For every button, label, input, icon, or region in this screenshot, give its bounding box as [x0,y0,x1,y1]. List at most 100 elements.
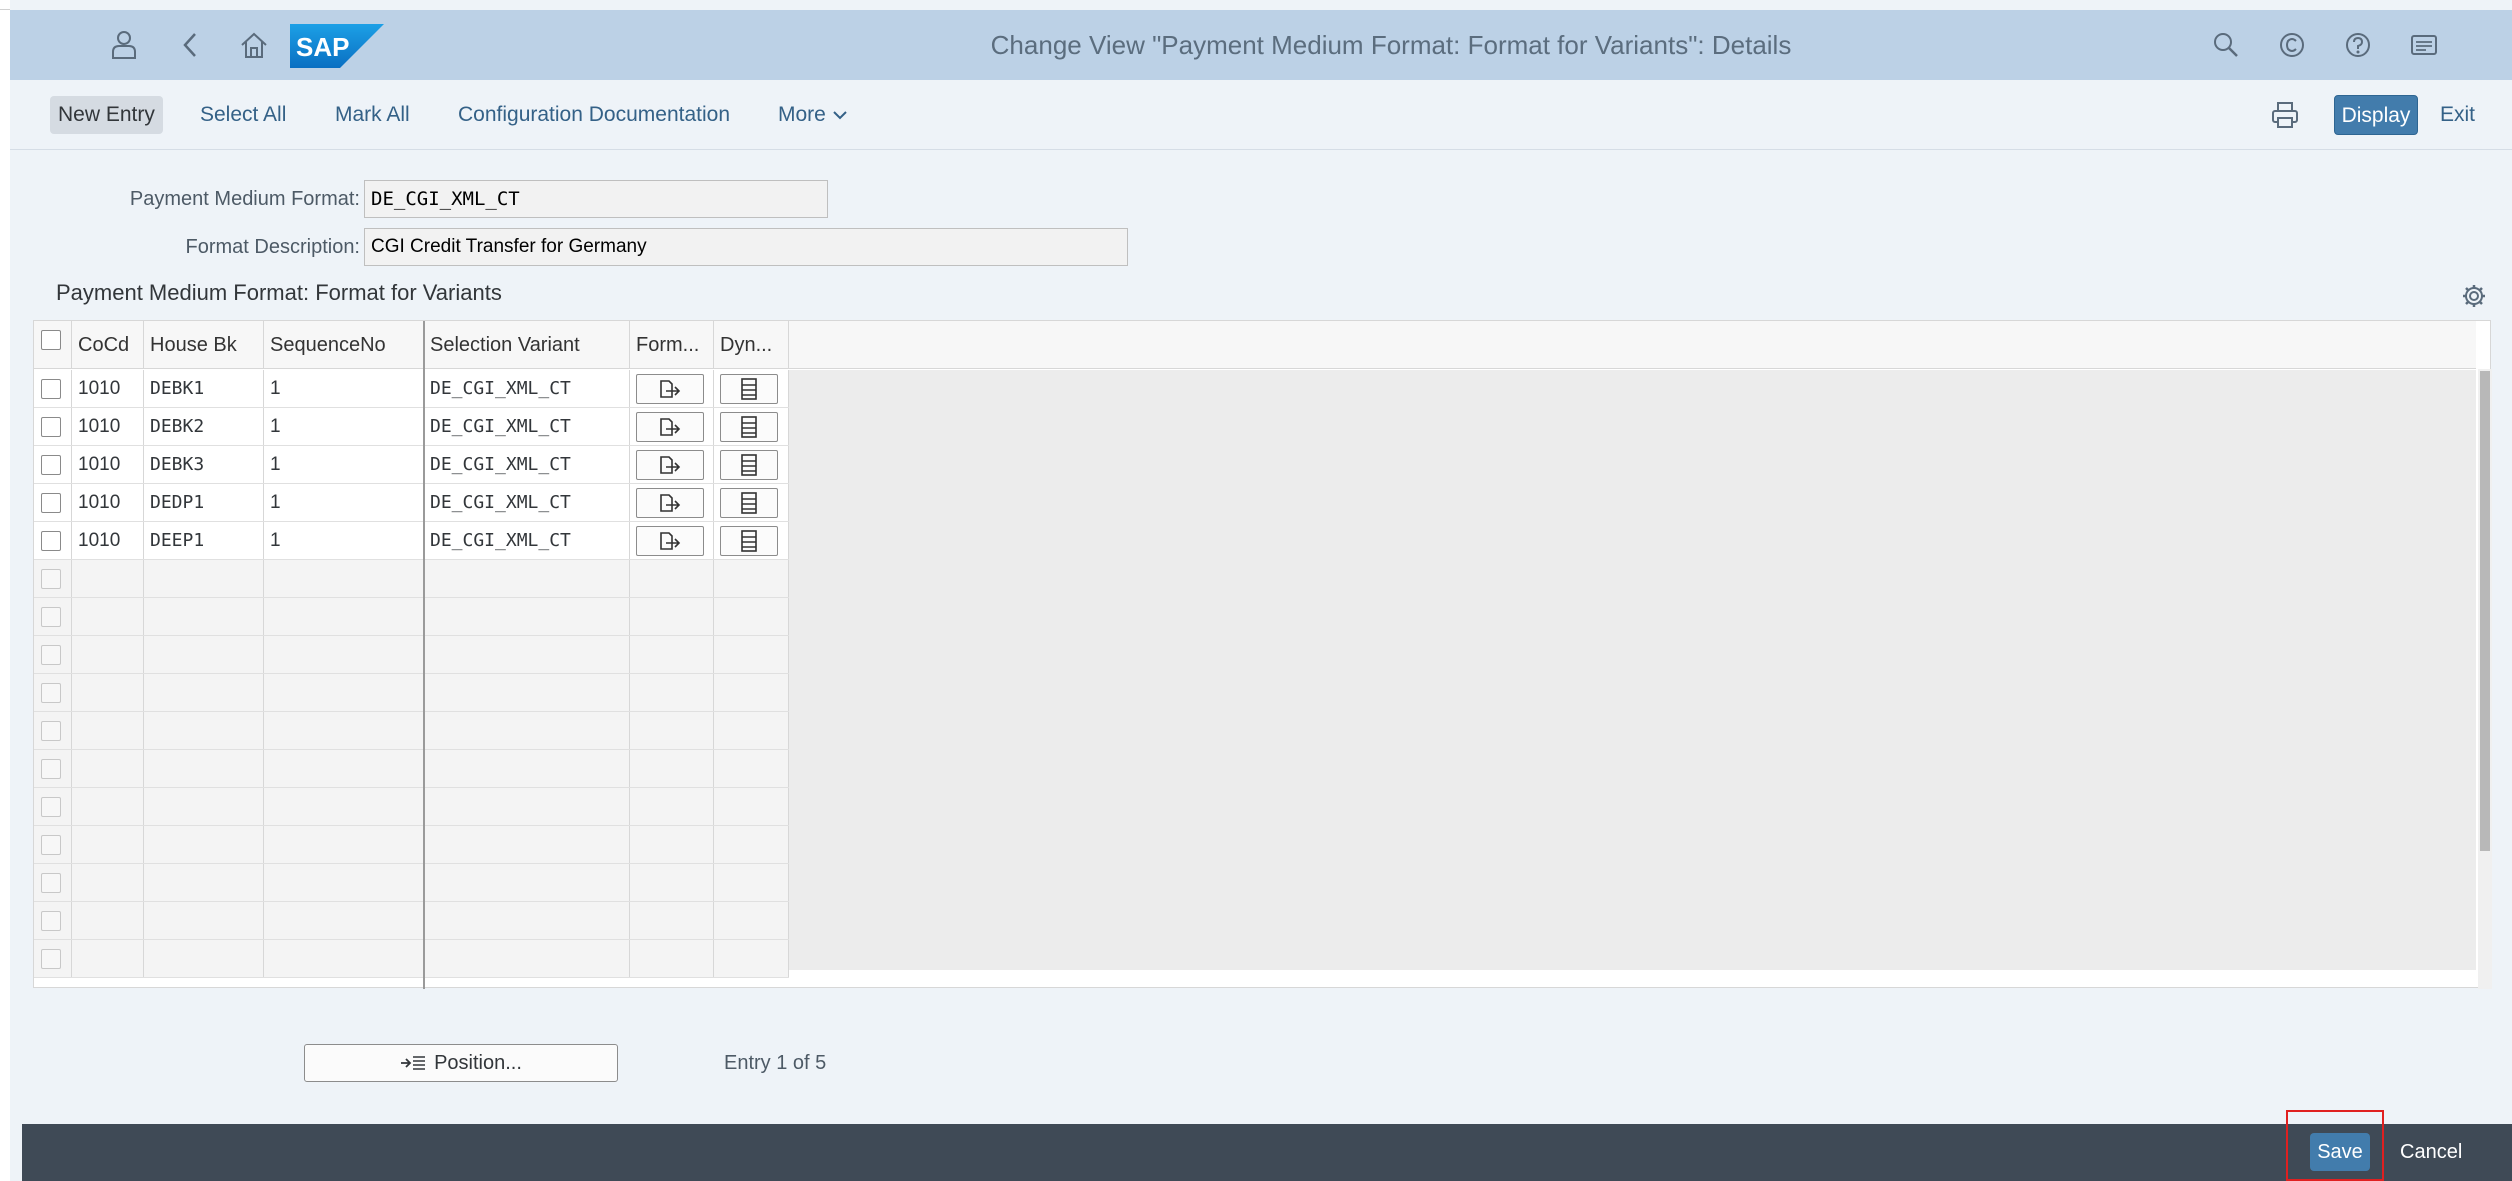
column-header-dyn[interactable]: Dyn... [714,321,789,369]
display-button[interactable]: Display [2334,95,2418,135]
position-button[interactable]: Position... [304,1044,618,1082]
entry-info: Entry 1 of 5 [724,1052,827,1074]
table-row[interactable] [34,864,789,902]
save-button[interactable]: Save [2310,1133,2370,1171]
empty-cell [264,788,424,825]
empty-cell [714,826,789,863]
new-entry-button[interactable]: New Entry [50,96,163,134]
select-all-cell[interactable] [34,321,72,369]
table-row[interactable] [34,560,789,598]
row-checkbox[interactable] [41,417,61,437]
format-parameters-icon[interactable] [636,412,704,442]
footer-bar [22,1124,2512,1181]
dynamic-selections-icon[interactable] [720,488,778,518]
row-select-cell [34,636,72,673]
select-all-button[interactable]: Select All [192,96,294,134]
cell-selection-variant[interactable]: DE_CGI_XML_CT [424,446,630,483]
table-row[interactable] [34,712,789,750]
format-parameters-icon[interactable] [636,374,704,404]
row-checkbox [41,949,61,969]
empty-cell [714,940,789,977]
help-icon[interactable] [2338,25,2378,65]
row-checkbox [41,721,61,741]
empty-cell [264,560,424,597]
cell-house-bk: DEEP1 [144,522,264,559]
scrollbar-thumb[interactable] [2480,371,2490,851]
format-parameters-icon[interactable] [636,450,704,480]
cell-selection-variant[interactable]: DE_CGI_XML_CT [424,370,630,407]
empty-cell [424,598,630,635]
dynamic-selections-icon[interactable] [720,374,778,404]
table-row[interactable] [34,598,789,636]
table-row[interactable]: 1010 DEBK2 1 DE_CGI_XML_CT [34,408,789,446]
table-row[interactable] [34,750,789,788]
more-button[interactable]: More [770,96,856,134]
table-row[interactable]: 1010 DEBK3 1 DE_CGI_XML_CT [34,446,789,484]
dynamic-selections-icon[interactable] [720,526,778,556]
cell-selection-variant[interactable]: DE_CGI_XML_CT [424,408,630,445]
copyright-icon[interactable] [2272,25,2312,65]
cell-dyn [714,484,789,521]
row-checkbox[interactable] [41,455,61,475]
row-checkbox[interactable] [41,379,61,399]
empty-cell [630,674,714,711]
column-header-sequence-no[interactable]: SequenceNo [264,321,424,369]
cell-selection-variant[interactable]: DE_CGI_XML_CT [424,522,630,559]
chevron-down-icon [832,111,847,120]
empty-cell [264,940,424,977]
menu-icon[interactable] [2404,25,2444,65]
cancel-button[interactable]: Cancel [2400,1133,2462,1171]
table-empty-area [789,370,2476,970]
cell-selection-variant[interactable]: DE_CGI_XML_CT [424,484,630,521]
toolbar: New Entry Select All Mark All Configurat… [10,80,2512,150]
row-select-cell [34,674,72,711]
table-row[interactable] [34,674,789,712]
table-row[interactable] [34,788,789,826]
empty-cell [630,864,714,901]
column-header-house-bk[interactable]: House Bk [144,321,264,369]
cell-cocd: 1010 [72,522,144,559]
search-icon[interactable] [2206,25,2246,65]
column-header-selection-variant[interactable]: Selection Variant [424,321,630,369]
row-checkbox [41,569,61,589]
empty-cell [72,750,144,787]
table-row[interactable]: 1010 DEBK1 1 DE_CGI_XML_CT [34,370,789,408]
format-description-field[interactable]: CGI Credit Transfer for Germany [364,228,1128,266]
table-row[interactable] [34,636,789,674]
format-parameters-icon[interactable] [636,526,704,556]
format-description-label: Format Description: [185,236,361,258]
row-checkbox[interactable] [41,531,61,551]
column-header-cocd[interactable]: CoCd [72,321,144,369]
payment-medium-format-field[interactable]: DE_CGI_XML_CT [364,180,828,218]
cell-dyn [714,522,789,559]
format-parameters-icon[interactable] [636,488,704,518]
empty-cell [714,674,789,711]
table-row[interactable] [34,940,789,978]
row-checkbox [41,759,61,779]
table-row[interactable]: 1010 DEEP1 1 DE_CGI_XML_CT [34,522,789,560]
cell-format [630,370,714,407]
table-row[interactable] [34,826,789,864]
dynamic-selections-icon[interactable] [720,450,778,480]
print-icon[interactable] [2270,100,2300,130]
cell-cocd: 1010 [72,370,144,407]
select-all-checkbox[interactable] [41,330,61,350]
empty-cell [72,598,144,635]
gear-icon[interactable] [2460,282,2488,310]
empty-cell [424,712,630,749]
exit-button[interactable]: Exit [2440,96,2475,134]
configuration-documentation-button[interactable]: Configuration Documentation [450,96,738,134]
row-checkbox[interactable] [41,493,61,513]
table-row[interactable]: 1010 DEDP1 1 DE_CGI_XML_CT [34,484,789,522]
column-header-format[interactable]: Form... [630,321,714,369]
table-row[interactable] [34,902,789,940]
empty-cell [144,940,264,977]
dynamic-selections-icon[interactable] [720,412,778,442]
mark-all-button[interactable]: Mark All [327,96,418,134]
column-splitter[interactable] [423,321,425,989]
row-select-cell [34,370,72,407]
empty-cell [424,788,630,825]
position-icon [401,1056,426,1070]
empty-cell [424,864,630,901]
variants-table: CoCd House Bk SequenceNo Selection Varia… [33,320,2492,989]
